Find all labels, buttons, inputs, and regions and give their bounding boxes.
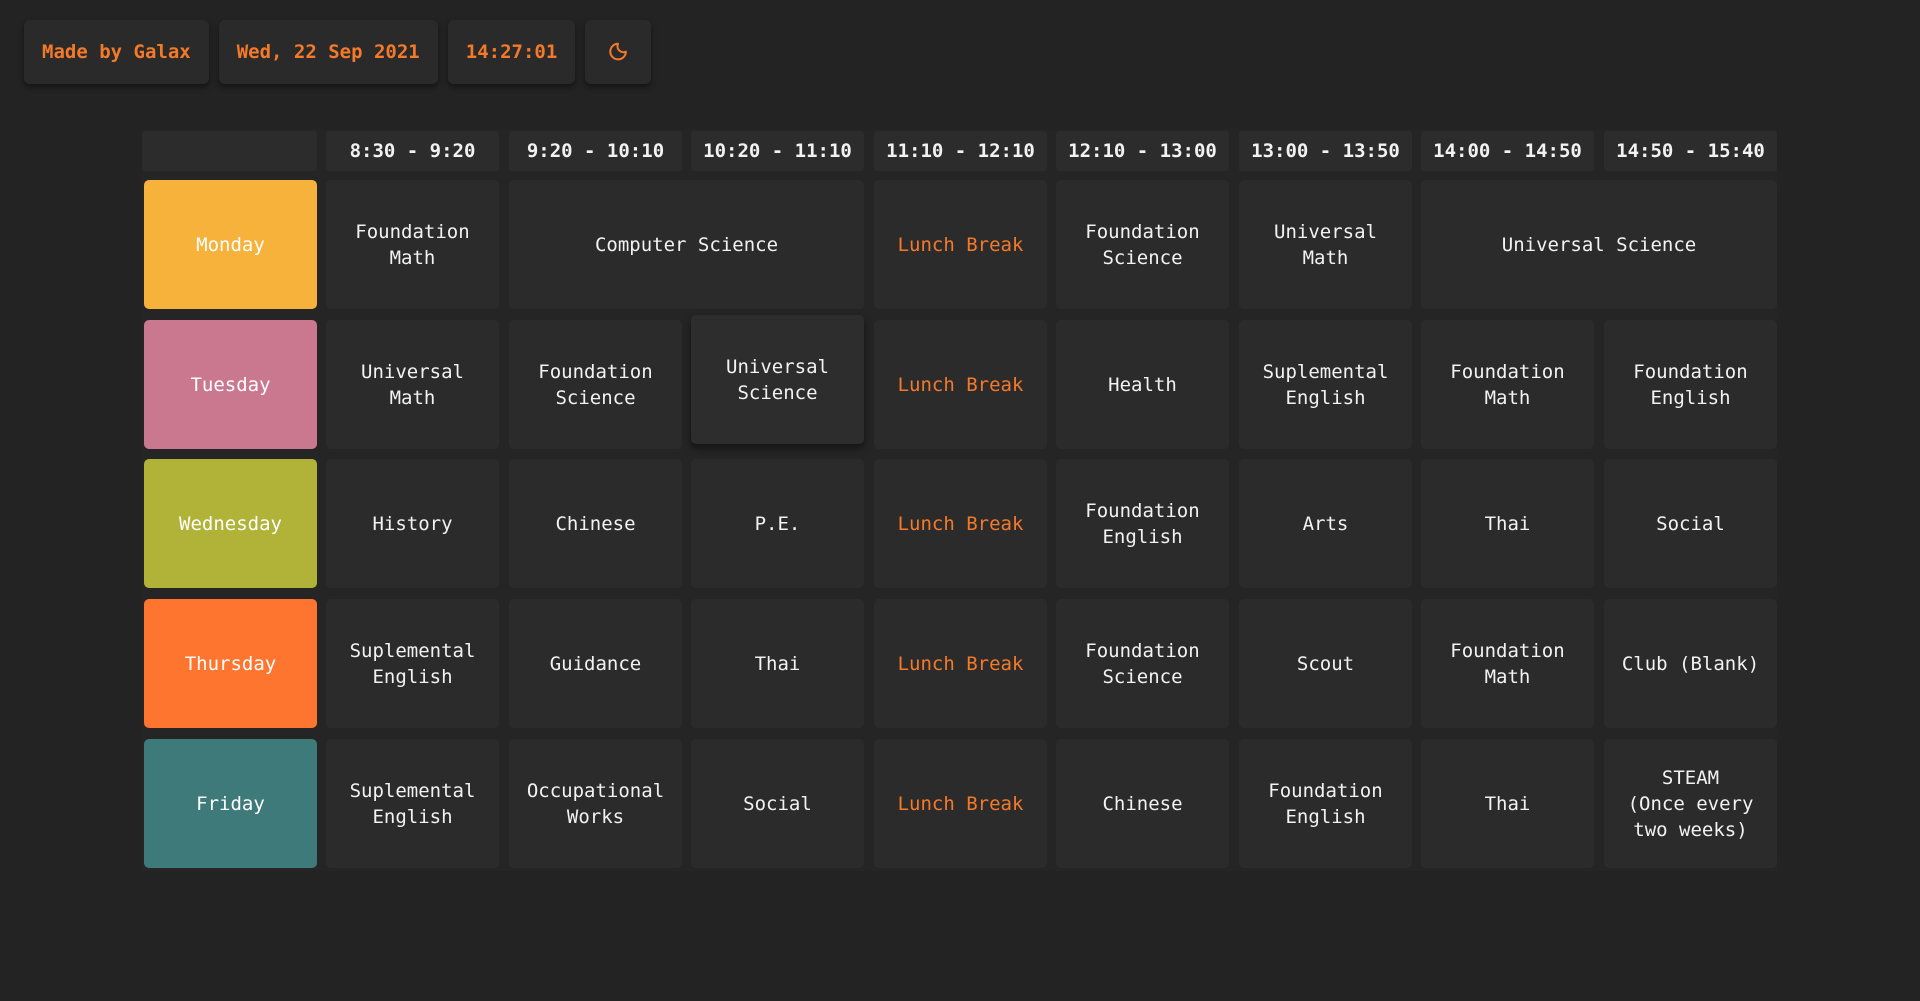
- day-label-monday: Monday: [144, 180, 317, 309]
- class-cell[interactable]: Universal Math: [326, 320, 499, 449]
- clock-label: 14:27:01: [465, 41, 558, 63]
- class-cell[interactable]: Social: [691, 739, 864, 868]
- period-header: 8:30 - 9:20: [326, 131, 499, 171]
- day-label-friday: Friday: [144, 739, 317, 868]
- class-cell[interactable]: Foundation English: [1056, 459, 1229, 588]
- class-cell[interactable]: Suplemental English: [326, 739, 499, 868]
- class-cell[interactable]: Foundation Science: [1056, 599, 1229, 728]
- lunch-break-cell[interactable]: Lunch Break: [874, 739, 1047, 868]
- class-cell[interactable]: Computer Science: [509, 180, 864, 309]
- top-bar: Made by Galax Wed, 22 Sep 2021 14:27:01: [24, 20, 652, 84]
- lunch-break-cell[interactable]: Lunch Break: [874, 180, 1047, 309]
- class-cell[interactable]: Foundation Science: [1056, 180, 1229, 309]
- lunch-break-cell[interactable]: Lunch Break: [874, 599, 1047, 728]
- day-label-wednesday: Wednesday: [144, 459, 317, 588]
- class-cell[interactable]: Universal Science: [1421, 180, 1777, 309]
- class-cell[interactable]: Universal Science: [691, 315, 864, 444]
- theme-toggle-button[interactable]: [585, 20, 652, 84]
- clock-chip[interactable]: 14:27:01: [447, 20, 576, 84]
- moon-icon: [609, 42, 628, 61]
- class-cell[interactable]: Arts: [1239, 459, 1412, 588]
- class-cell[interactable]: Scout: [1239, 599, 1412, 728]
- class-cell[interactable]: Chinese: [1056, 739, 1229, 868]
- class-cell[interactable]: Health: [1056, 320, 1229, 449]
- period-header: 11:10 - 12:10: [874, 131, 1047, 171]
- class-cell[interactable]: Thai: [1421, 459, 1594, 588]
- class-cell[interactable]: Foundation Math: [1421, 320, 1594, 449]
- class-cell[interactable]: Suplemental English: [1239, 320, 1412, 449]
- period-header: 9:20 - 10:10: [509, 131, 682, 171]
- lunch-break-cell[interactable]: Lunch Break: [874, 459, 1047, 588]
- period-header: 14:50 - 15:40: [1604, 131, 1777, 171]
- class-cell[interactable]: Thai: [1421, 739, 1594, 868]
- class-cell[interactable]: Universal Math: [1239, 180, 1412, 309]
- period-header: 12:10 - 13:00: [1056, 131, 1229, 171]
- day-label-tuesday: Tuesday: [144, 320, 317, 449]
- class-cell[interactable]: P.E.: [691, 459, 864, 588]
- class-cell[interactable]: Foundation Math: [326, 180, 499, 309]
- class-cell[interactable]: Foundation English: [1239, 739, 1412, 868]
- credit-label: Made by Galax: [42, 41, 191, 63]
- period-header: 10:20 - 11:10: [691, 131, 864, 171]
- timetable: 8:30 - 9:20 9:20 - 10:10 10:20 - 11:10 11:1…: [142, 129, 1777, 871]
- period-header: 14:00 - 14:50: [1421, 131, 1594, 171]
- class-cell[interactable]: Suplemental English: [326, 599, 499, 728]
- class-cell[interactable]: Foundation Science: [509, 320, 682, 449]
- date-chip[interactable]: Wed, 22 Sep 2021: [218, 20, 438, 84]
- class-cell[interactable]: Guidance: [509, 599, 682, 728]
- class-cell[interactable]: Foundation English: [1604, 320, 1777, 449]
- day-label-thursday: Thursday: [144, 599, 317, 728]
- class-cell[interactable]: History: [326, 459, 499, 588]
- class-cell[interactable]: Foundation Math: [1421, 599, 1594, 728]
- class-cell[interactable]: STEAM (Once every two weeks): [1604, 739, 1777, 868]
- class-cell[interactable]: Thai: [691, 599, 864, 728]
- class-cell[interactable]: Social: [1604, 459, 1777, 588]
- class-cell[interactable]: Occupational Works: [509, 739, 682, 868]
- date-label: Wed, 22 Sep 2021: [236, 41, 420, 63]
- lunch-break-cell[interactable]: Lunch Break: [874, 320, 1047, 449]
- credit-chip[interactable]: Made by Galax: [24, 20, 209, 84]
- class-cell[interactable]: Club (Blank): [1604, 599, 1777, 728]
- period-header: 13:00 - 13:50: [1239, 131, 1412, 171]
- header-corner: [142, 131, 317, 171]
- class-cell[interactable]: Chinese: [509, 459, 682, 588]
